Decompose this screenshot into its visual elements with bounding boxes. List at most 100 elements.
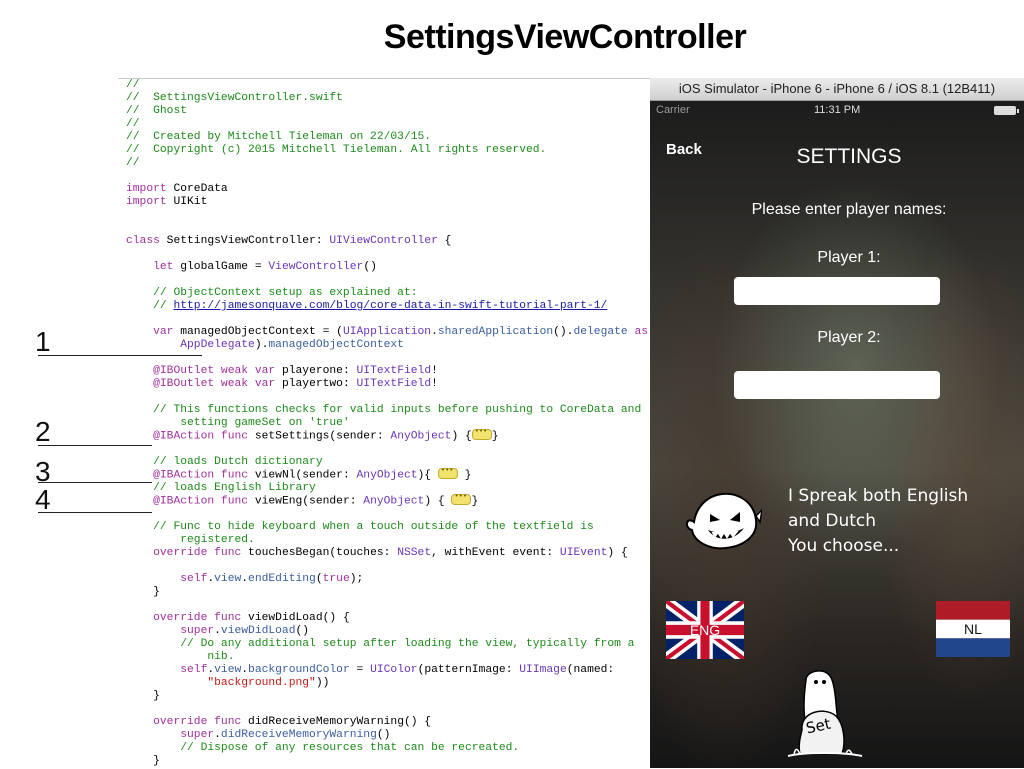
english-flag-button[interactable]: ENG bbox=[663, 596, 747, 664]
code-text[interactable]: //// SettingsViewController.swift// Ghos… bbox=[126, 79, 648, 768]
code-line: override func viewDidLoad() { bbox=[126, 612, 648, 625]
code-token: { bbox=[437, 235, 452, 247]
code-line: // This functions checks for valid input… bbox=[126, 404, 648, 417]
code-token: UIViewController bbox=[329, 235, 438, 247]
code-token: UIEvent bbox=[559, 547, 608, 559]
code-token: // This functions checks for valid input… bbox=[126, 404, 642, 416]
ios-simulator-window: iOS Simulator - iPhone 6 - iPhone 6 / iO… bbox=[650, 78, 1024, 768]
code-line: // bbox=[126, 118, 648, 131]
code-token: // Func to hide keyboard when a touch ou… bbox=[126, 521, 594, 533]
code-token: weak bbox=[220, 378, 249, 390]
code-line: @IBOutlet weak var playertwo: UITextFiel… bbox=[126, 378, 648, 391]
code-line: // SettingsViewController.swift bbox=[126, 92, 648, 105]
player1-label: Player 1: bbox=[817, 249, 881, 266]
code-token: setting gameSet on 'true' bbox=[126, 417, 350, 429]
code-token: , withEvent event: bbox=[431, 547, 560, 559]
code-token: didReceiveMemoryWarning() { bbox=[241, 716, 432, 728]
code-line: // Dispose of any resources that can be … bbox=[126, 742, 648, 755]
code-token: globalGame = bbox=[173, 261, 269, 273]
code-line: super.viewDidLoad() bbox=[126, 625, 648, 638]
code-token: } bbox=[126, 690, 160, 702]
player2-field[interactable] bbox=[734, 371, 940, 399]
set-button[interactable]: Set bbox=[784, 668, 864, 758]
code-line: self.view.endEditing(true); bbox=[126, 573, 648, 586]
code-line: var managedObjectContext = (UIApplicatio… bbox=[126, 326, 648, 339]
code-line: nib. bbox=[126, 651, 648, 664]
code-line: self.view.backgroundColor = UIColor(patt… bbox=[126, 664, 648, 677]
code-token: @IBOutlet bbox=[153, 378, 215, 390]
code-token: // loads English Library bbox=[126, 482, 316, 494]
code-line: setting gameSet on 'true' bbox=[126, 417, 648, 430]
speech-line: I Spreak both English bbox=[788, 486, 969, 506]
code-token: managedObjectContext = ( bbox=[173, 326, 343, 338]
code-token: // bbox=[126, 79, 140, 91]
code-token: } bbox=[457, 469, 472, 482]
code-token: () bbox=[363, 261, 377, 273]
code-token: @IBAction bbox=[153, 495, 215, 508]
code-token: () bbox=[376, 729, 391, 741]
code-token: viewNl(sender: bbox=[248, 469, 357, 482]
code-token: ); bbox=[349, 573, 364, 585]
annotation-number: 1 bbox=[35, 326, 51, 357]
code-token: ) { bbox=[424, 495, 452, 508]
code-token: didReceiveMemoryWarning bbox=[220, 729, 377, 741]
code-token: func bbox=[214, 612, 242, 624]
code-line: } bbox=[126, 586, 648, 599]
code-token: @IBAction bbox=[153, 469, 215, 482]
code-editor[interactable]: //// SettingsViewController.swift// Ghos… bbox=[118, 78, 650, 769]
code-token: (named: bbox=[566, 664, 615, 676]
ghost-mascot-icon bbox=[682, 486, 764, 556]
code-token: // bbox=[126, 157, 140, 169]
code-token: ! bbox=[431, 378, 438, 390]
code-fold-icon[interactable] bbox=[437, 465, 458, 479]
code-line: class SettingsViewController: UIViewCont… bbox=[126, 235, 648, 248]
code-token: // bbox=[126, 118, 140, 130]
code-line: registered. bbox=[126, 534, 648, 547]
code-token: setSettings(sender: bbox=[248, 430, 391, 443]
code-token: class bbox=[126, 235, 160, 247]
player1-field[interactable] bbox=[734, 277, 940, 305]
code-token: () bbox=[295, 625, 310, 637]
code-token: AnyObject bbox=[390, 430, 452, 443]
nl-label: NL bbox=[964, 621, 982, 637]
code-token: SettingsViewController: bbox=[159, 235, 330, 247]
code-token: UIKit bbox=[166, 196, 208, 208]
app-screen: Carrier 11:31 PM Back SETTINGS Please en… bbox=[650, 101, 1024, 768]
code-token: UIColor bbox=[370, 664, 418, 676]
code-token: ). bbox=[254, 339, 269, 351]
speech-line: You choose... bbox=[788, 536, 900, 556]
code-token: http://jamesonquave.com/blog/core-data-i… bbox=[173, 300, 608, 312]
annotation-number: 2 bbox=[35, 416, 51, 447]
code-fold-icon[interactable] bbox=[451, 491, 472, 505]
code-token: override bbox=[153, 716, 208, 728]
code-token: touchesBegan(touches: bbox=[241, 547, 398, 559]
code-token: } bbox=[126, 755, 160, 767]
code-line: // http://jamesonquave.com/blog/core-dat… bbox=[126, 300, 648, 313]
code-token: var bbox=[153, 326, 174, 338]
code-token: delegate bbox=[573, 326, 628, 338]
code-token: } bbox=[491, 430, 499, 443]
code-fold-icon[interactable] bbox=[471, 426, 492, 440]
code-line: // Func to hide keyboard when a touch ou… bbox=[126, 521, 648, 534]
code-line: let globalGame = ViewController() bbox=[126, 261, 648, 274]
code-line: // Copyright (c) 2015 Mitchell Tieleman.… bbox=[126, 144, 648, 157]
code-line: @IBAction func setSettings(sender: AnyOb… bbox=[126, 426, 648, 443]
code-token: viewEng(sender: bbox=[248, 495, 364, 508]
dutch-flag-button[interactable]: NL bbox=[936, 601, 1010, 657]
code-token: true bbox=[322, 573, 350, 585]
code-token: // loads Dutch dictionary bbox=[126, 456, 323, 468]
